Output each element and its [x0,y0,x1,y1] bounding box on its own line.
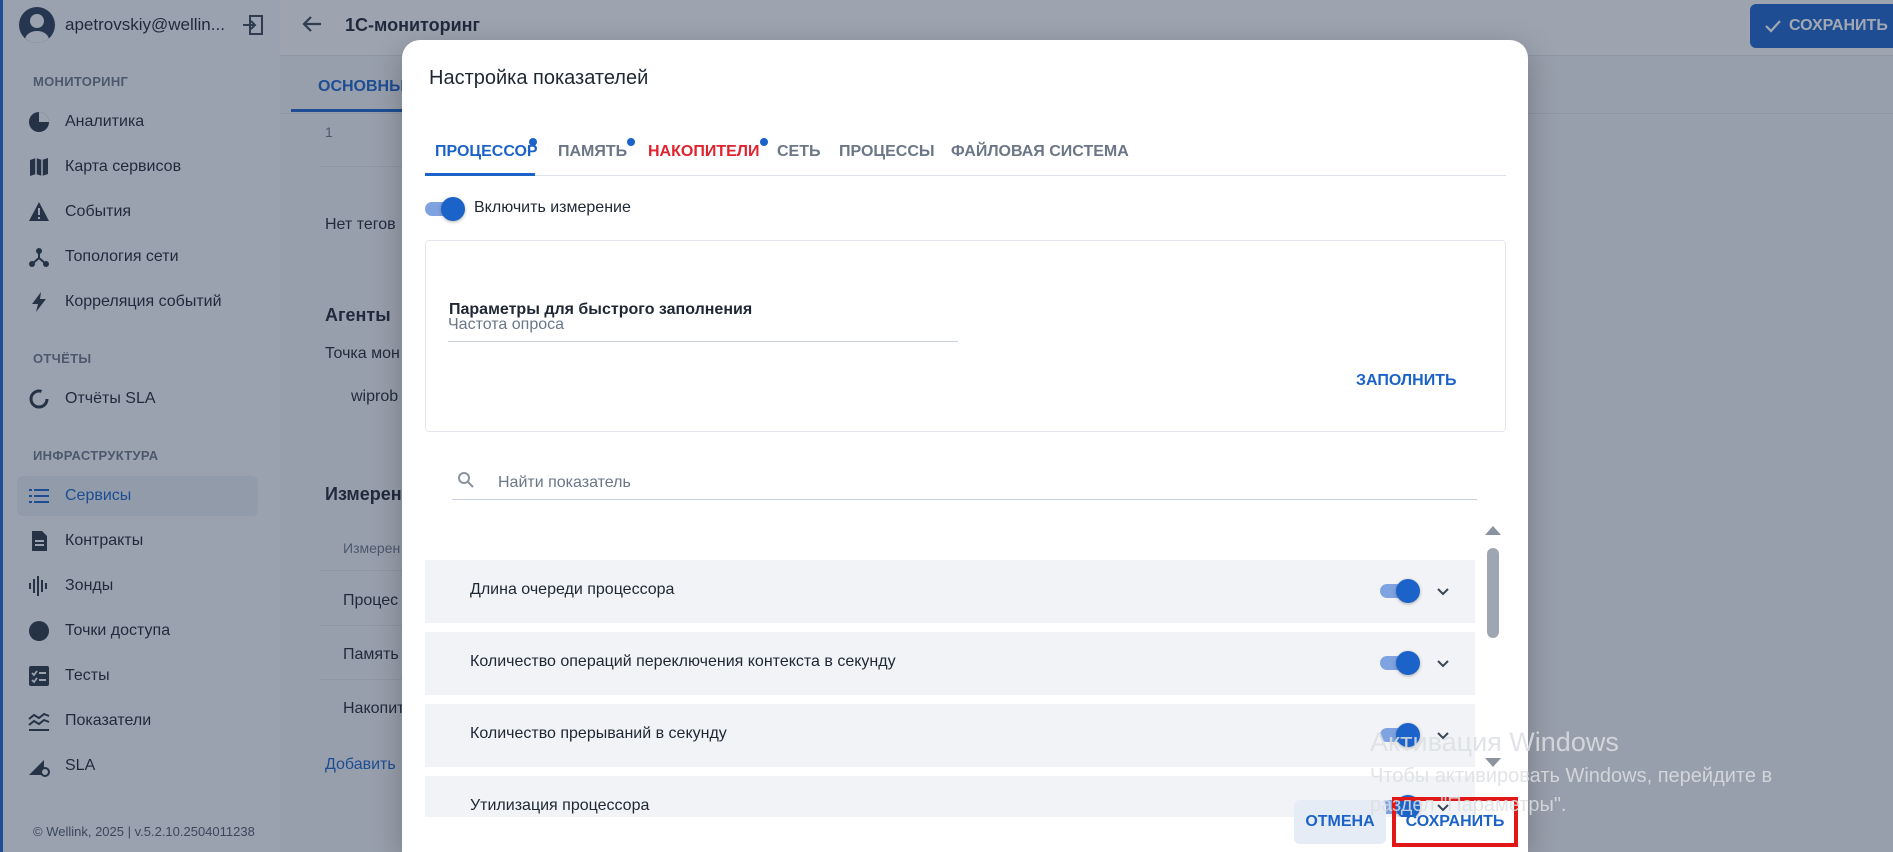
list-item[interactable]: Длина очереди процессора [425,560,1475,623]
tab-label: НАКОПИТЕЛИ [648,143,760,160]
metric-toggle[interactable] [1380,579,1420,603]
windows-activation-text: раздел "Параметры". [1370,794,1567,816]
tab-label: СЕТЬ [777,143,821,160]
fill-button[interactable]: ЗАПОЛНИТЬ [1356,372,1456,390]
tab-storage[interactable]: НАКОПИТЕЛИ [648,128,768,176]
metric-label: Количество операций переключения контекс… [470,653,896,670]
toggle-knob [441,197,465,221]
enable-measurement-label: Включить измерение [474,199,631,216]
metric-toggle[interactable] [1380,651,1420,675]
toggle-knob [1396,579,1420,603]
list-item[interactable]: Количество прерываний в секунду [425,704,1475,767]
changed-dot-icon [529,138,537,146]
tab-network[interactable]: СЕТЬ [777,128,821,176]
indicators-settings-dialog: Настройка показателей ПРОЦЕССОР ПАМЯТЬ Н… [402,40,1528,852]
dialog-title: Настройка показателей [429,67,649,89]
search-icon [458,472,474,488]
changed-dot-icon [759,138,768,146]
tab-processes[interactable]: ПРОЦЕССЫ [839,128,935,176]
tab-label: ПРОЦЕССОР [435,143,538,160]
changed-dot-icon [627,138,636,146]
tab-label: ПРОЦЕССЫ [839,143,935,160]
search-input[interactable]: Найти показатель [452,462,1477,500]
windows-activation-title: Активация Windows [1370,727,1619,757]
tab-file-system[interactable]: ФАЙЛОВАЯ СИСТЕМА [951,128,1129,176]
enable-measurement-toggle[interactable] [425,197,465,221]
metric-label: Длина очереди процессора [470,581,675,598]
tab-label: ПАМЯТЬ [558,143,628,160]
chevron-down-icon[interactable] [1435,656,1451,672]
tab-processor[interactable]: ПРОЦЕССОР [425,128,538,176]
poll-frequency-placeholder: Частота опроса [448,316,565,333]
toggle-knob [1396,651,1420,675]
metrics-list: Длина очереди процессора Количество опер… [425,560,1506,817]
tab-memory[interactable]: ПАМЯТЬ [558,128,636,176]
scrollbar-thumb[interactable] [1487,548,1499,638]
tab-bar: ПРОЦЕССОР ПАМЯТЬ НАКОПИТЕЛИ СЕТЬ ПРОЦЕСС… [425,128,1506,176]
metric-label: Утилизация процессора [470,797,650,814]
search-placeholder: Найти показатель [498,474,631,491]
list-item[interactable]: Количество операций переключения контекс… [425,632,1475,695]
windows-activation-text: Чтобы активировать Windows, перейдите в [1370,765,1773,787]
tab-label: ФАЙЛОВАЯ СИСТЕМА [951,143,1129,160]
metric-label: Количество прерываний в секунду [470,725,727,742]
poll-frequency-input[interactable]: Частота опроса [448,302,958,342]
scroll-up-arrow-icon[interactable] [1485,526,1501,535]
chevron-down-icon[interactable] [1435,584,1451,600]
